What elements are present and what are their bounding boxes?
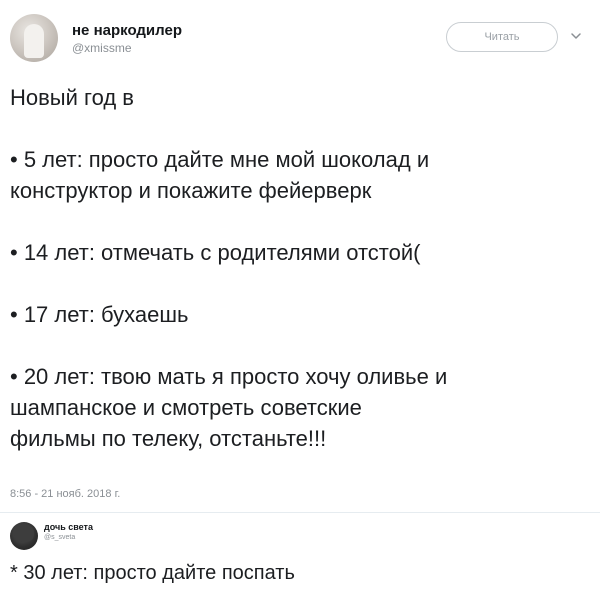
tweet-line: • 5 лет: просто дайте мне мой шоколад и — [10, 147, 430, 172]
reply-avatar[interactable] — [10, 522, 38, 550]
avatar-figure — [14, 524, 34, 542]
reply-author-handle[interactable]: @s_sveta — [44, 534, 75, 541]
author-name[interactable]: не наркодилер — [72, 22, 182, 39]
tweet-timestamp[interactable]: 8:56 - 21 нояб. 2018 г. — [10, 488, 120, 500]
tweet-line: • 17 лет: бухаешь — [10, 302, 189, 327]
reply-author-name[interactable]: дочь света — [44, 522, 93, 532]
follow-button[interactable]: Читать — [446, 22, 558, 52]
tweet-line: фильмы по телеку, отстаньте!!! — [10, 426, 327, 451]
tweet-line: • 20 лет: твою мать я просто хочу оливье… — [10, 364, 448, 389]
tweet-header: не наркодилер @xmissme Читать — [10, 14, 590, 64]
tweet-line: Новый год в — [10, 85, 134, 110]
tweet-text: Новый год в • 5 лет: просто дайте мне мо… — [10, 82, 590, 454]
avatar-figure — [24, 24, 44, 58]
reply-text: * 30 лет: просто дайте поспать — [10, 562, 295, 584]
divider — [0, 512, 600, 513]
author-avatar[interactable] — [10, 14, 58, 62]
author-handle[interactable]: @xmissme — [72, 41, 132, 55]
chevron-down-icon[interactable] — [568, 28, 584, 44]
tweet-card: не наркодилер @xmissme Читать Новый год … — [0, 0, 600, 510]
tweet-line: • 14 лет: отмечать с родителями отстой( — [10, 240, 421, 265]
reply-tweet: дочь света @s_sveta * 30 лет: просто дай… — [0, 514, 600, 600]
tweet-line: конструктор и покажите фейерверк — [10, 178, 372, 203]
tweet-line: шампанское и смотреть советские — [10, 395, 362, 420]
